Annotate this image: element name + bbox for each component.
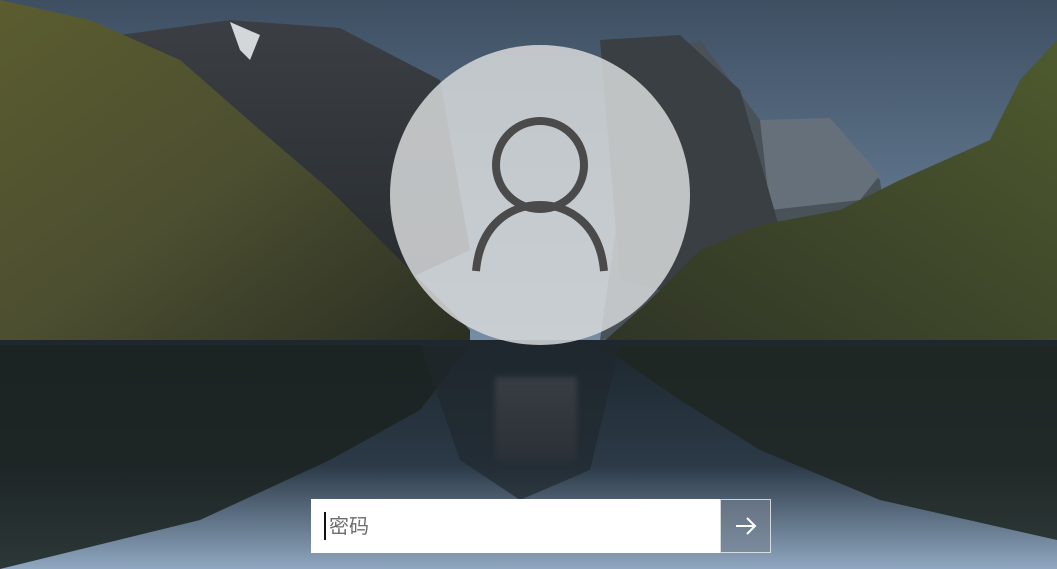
- password-box: [311, 499, 771, 553]
- text-caret: [324, 512, 326, 540]
- username-obscured: [495, 377, 577, 462]
- submit-button[interactable]: [720, 499, 771, 553]
- user-avatar: [390, 45, 690, 345]
- password-input[interactable]: [311, 499, 720, 553]
- arrow-right-icon: [735, 517, 756, 535]
- user-icon: [472, 117, 608, 272]
